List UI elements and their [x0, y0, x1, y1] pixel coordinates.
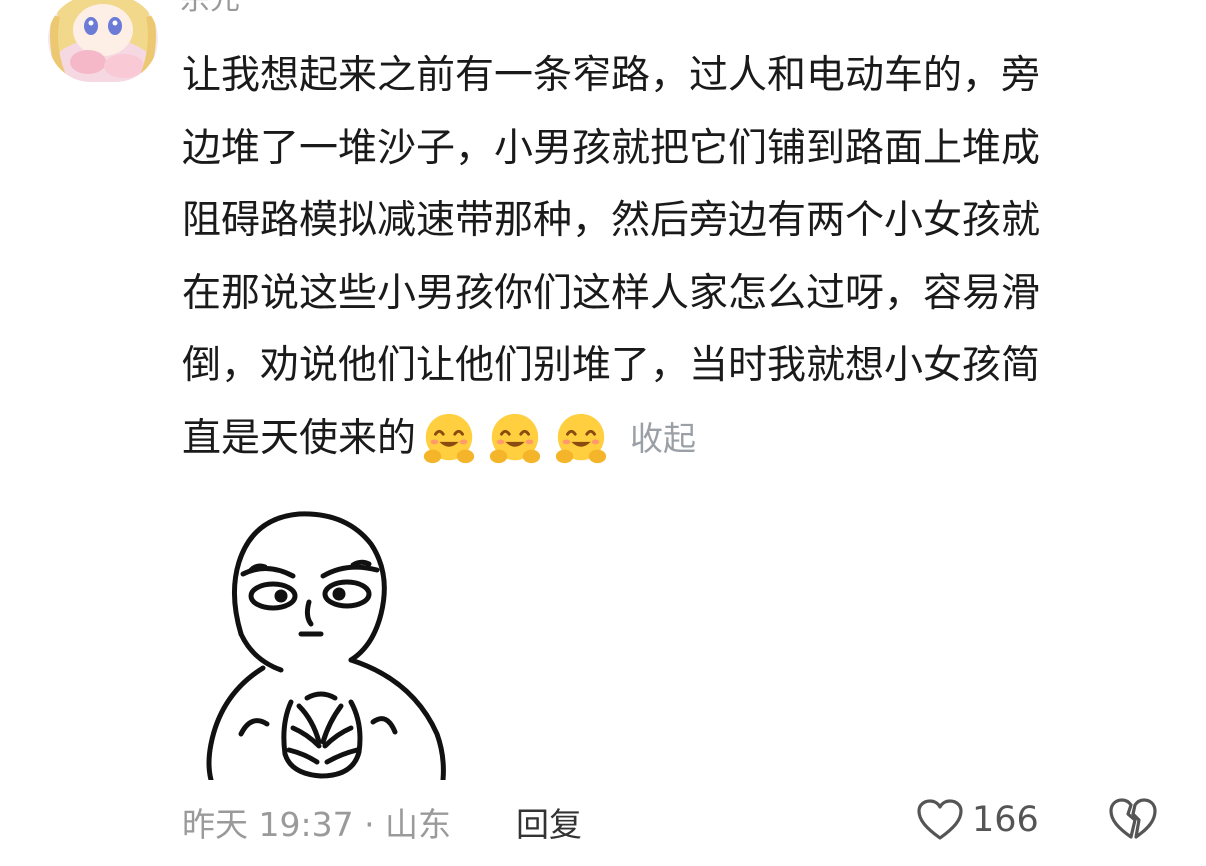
like-button[interactable]: 166	[916, 790, 1039, 850]
broken-heart-icon[interactable]	[1108, 794, 1158, 844]
hugging-face-icon	[555, 413, 607, 463]
comment-card: 宗元 让我想起来之前有一条窄路，过人和电动车的，旁 边堆了一堆沙子，小男孩就把它…	[0, 0, 1206, 866]
comment-line: 让我想起来之前有一条窄路，过人和电动车的，旁	[182, 53, 1041, 98]
comment-line: 倒，劝说他们让他们别堆了，当时我就想小女孩简	[182, 343, 1041, 388]
comment-line: 在那说这些小男孩你们这样人家怎么过呀，容易滑	[182, 270, 1041, 316]
comment-line: 边堆了一堆沙子，小男孩就把它们铺到路面上堆成	[182, 125, 1041, 171]
comment-footer: 昨天 19:37 · 山东 回复 166	[182, 790, 1182, 850]
collapse-button[interactable]: 收起	[630, 403, 696, 476]
comment-meta: 昨天 19:37 · 山东	[182, 805, 452, 844]
reply-button[interactable]: 回复	[516, 798, 582, 846]
comment-text: 让我想起来之前有一条窄路，过人和电动车的，旁 边堆了一堆沙子，小男孩就把它们铺到…	[182, 40, 1162, 475]
comment-line: 直是天使来的	[182, 415, 417, 461]
username[interactable]: 宗元	[180, 0, 240, 18]
avatar[interactable]	[48, 0, 158, 82]
hugging-face-icon	[423, 413, 475, 463]
hugging-face-icon	[489, 413, 541, 463]
heart-outline-icon	[917, 799, 963, 840]
meme-image[interactable]	[181, 484, 478, 780]
comment-line: 阻碍路模拟减速带那种，然后旁边有两个小女孩就	[182, 198, 1041, 243]
comment-last-line: 直是天使来的 收起	[182, 403, 1162, 476]
like-count: 166	[972, 800, 1039, 840]
